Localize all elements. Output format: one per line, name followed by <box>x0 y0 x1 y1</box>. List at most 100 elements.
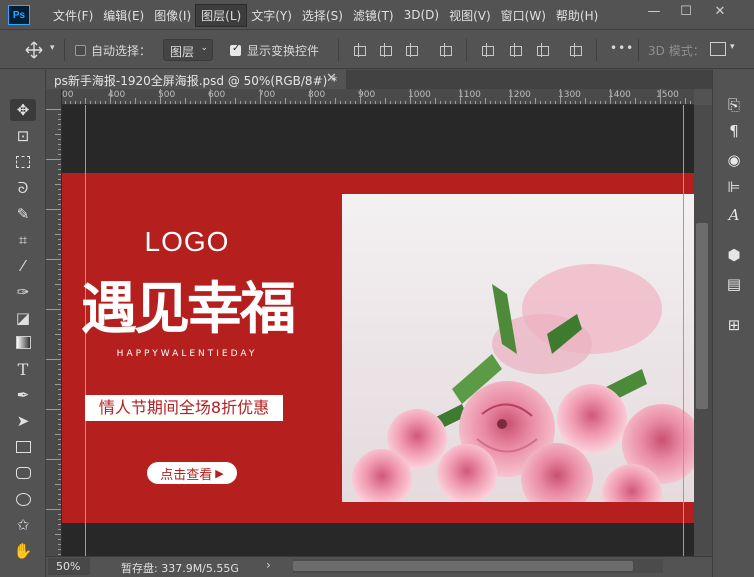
type-tool-icon[interactable]: T <box>10 358 36 380</box>
grid-icon[interactable]: ⊞ <box>723 315 745 335</box>
ruler-tick <box>230 101 231 104</box>
photoshop-logo-icon[interactable]: Ps <box>8 5 30 25</box>
rectangle-tool-icon[interactable] <box>10 436 36 458</box>
vertical-scroll-thumb[interactable] <box>696 223 708 409</box>
auto-select-target-dropdown[interactable]: 图层 ⌄ <box>163 39 213 61</box>
hand-tool-icon[interactable]: ✋ <box>10 540 36 562</box>
ruler-tick <box>400 101 401 104</box>
marquee-tool-icon[interactable] <box>10 151 36 173</box>
ruler-tick <box>420 101 421 104</box>
menu-layer[interactable]: 图层(L) <box>195 3 248 27</box>
rounded-rect-tool-icon[interactable] <box>10 462 36 484</box>
quick-select-tool-icon[interactable]: ✎ <box>10 203 36 225</box>
paragraph-icon[interactable]: ¶ <box>723 121 745 141</box>
distribute-icon[interactable] <box>438 43 452 57</box>
status-menu-arrow-icon[interactable]: › <box>266 558 271 572</box>
ruler-tick <box>58 314 61 315</box>
close-document-icon[interactable]: ✕ <box>326 71 337 86</box>
ruler-tick <box>525 101 526 104</box>
menu-3d[interactable]: 3D(D) <box>399 6 444 24</box>
horizontal-scrollbar[interactable] <box>293 559 663 573</box>
ruler-tick <box>46 509 61 510</box>
align-right-icon[interactable] <box>404 43 418 57</box>
move-tool-icon[interactable]: ✥ <box>10 99 36 121</box>
menu-filter[interactable]: 滤镜(T) <box>348 5 399 26</box>
ruler-tick <box>430 101 431 104</box>
ruler-tick <box>58 439 61 440</box>
glyphs-icon[interactable]: A <box>723 205 745 225</box>
menu-window[interactable]: 窗口(W) <box>496 5 551 26</box>
artboard-tool-icon[interactable]: ⊡ <box>10 125 36 147</box>
menu-edit[interactable]: 编辑(E) <box>98 5 149 26</box>
align-left-icon[interactable] <box>352 43 366 57</box>
close-window-button[interactable]: ✕ <box>706 2 734 20</box>
guide-line-right[interactable] <box>683 105 684 556</box>
menu-view[interactable]: 视图(V) <box>444 5 496 26</box>
ruler-tick <box>370 101 371 104</box>
ruler-tick <box>690 101 691 104</box>
custom-shape-tool-icon[interactable]: ✩ <box>10 514 36 536</box>
ruler-tick <box>58 364 61 365</box>
align-hcenter-icon[interactable] <box>378 43 392 57</box>
eraser-tool-icon[interactable]: ◪ <box>10 307 36 329</box>
brush-tool-icon[interactable]: ✑ <box>10 281 36 303</box>
minimize-button[interactable]: — <box>640 2 668 20</box>
ruler-label: 1100 <box>458 90 481 100</box>
tool-preset-chevron-icon[interactable]: ▾ <box>50 43 55 53</box>
3d-icon[interactable]: ⬢ <box>723 245 745 265</box>
document-tab-bar: ps新手海报-1920全屏海报.psd @ 50%(RGB/8#) * ✕ <box>46 70 712 89</box>
ruler-tick <box>140 101 141 104</box>
distribute-vertical-icon[interactable] <box>568 43 582 57</box>
menu-type[interactable]: 文字(Y) <box>246 5 297 26</box>
swatches-icon[interactable]: ◉ <box>723 150 745 170</box>
ruler-tick <box>55 484 61 485</box>
vertical-scrollbar[interactable] <box>694 105 712 556</box>
ruler-tick <box>58 329 61 330</box>
ruler-tick <box>58 179 61 180</box>
canvas[interactable]: LOGO 遇见幸福 HAPPYWALENTIEDAY 情人节期间全场8折优惠 点… <box>62 105 694 556</box>
document-tab[interactable]: ps新手海报-1920全屏海报.psd @ 50%(RGB/8#) * <box>46 70 346 89</box>
menu-select[interactable]: 选择(S) <box>297 5 348 26</box>
workspace-chevron-icon[interactable]: ▾ <box>730 42 735 52</box>
workspace-icon[interactable] <box>710 42 726 56</box>
layer-comps-icon[interactable]: ▤ <box>723 274 745 294</box>
horizontal-scroll-thumb[interactable] <box>293 561 633 571</box>
ellipse-tool-icon[interactable] <box>10 488 36 510</box>
gradient-tool-icon[interactable] <box>10 331 36 353</box>
more-options-icon[interactable]: ••• <box>610 41 634 55</box>
ruler-tick <box>58 139 61 140</box>
pen-tool-icon[interactable]: ✒ <box>10 384 36 406</box>
ruler-tick <box>58 504 61 505</box>
crop-tool-icon[interactable]: ⌗ <box>10 229 36 251</box>
ruler-tick <box>300 101 301 104</box>
menu-file[interactable]: 文件(F) <box>48 5 98 26</box>
align-bottom-icon[interactable] <box>535 43 549 57</box>
path-select-tool-icon[interactable]: ➤ <box>10 410 36 432</box>
zoom-field[interactable]: 50% <box>48 558 90 575</box>
auto-select-checkbox[interactable] <box>75 45 86 56</box>
lasso-tool-icon[interactable]: ᘐ <box>10 177 36 199</box>
ruler-tick <box>505 101 506 104</box>
menu-image[interactable]: 图像(I) <box>149 5 196 26</box>
ruler-tick <box>210 89 211 104</box>
auto-select-label: 自动选择： <box>91 44 152 58</box>
menu-help[interactable]: 帮助(H) <box>551 5 603 26</box>
show-transform-checkbox[interactable] <box>230 43 241 56</box>
align-vcenter-icon[interactable] <box>508 43 522 57</box>
properties-icon[interactable]: ⊫ <box>723 177 745 197</box>
move-options-icon[interactable] <box>24 40 44 60</box>
align-top-icon[interactable] <box>480 43 494 57</box>
ruler-tick <box>360 89 361 104</box>
ruler-tick <box>58 424 61 425</box>
ruler-tick <box>165 101 166 104</box>
ruler-tick <box>46 159 61 160</box>
ruler-label: 1400 <box>608 90 631 100</box>
ruler-tick <box>580 101 581 104</box>
eyedropper-tool-icon[interactable]: ⁄ <box>10 255 36 277</box>
restore-button[interactable]: ☐ <box>672 2 700 20</box>
vertical-ruler[interactable] <box>46 89 62 556</box>
horizontal-ruler[interactable]: 00 400 500 600 700 800 900 1000 1100 120… <box>46 89 694 105</box>
ruler-tick <box>58 149 61 150</box>
ruler-tick <box>58 489 61 490</box>
history-icon[interactable]: ⎘ <box>723 95 745 115</box>
